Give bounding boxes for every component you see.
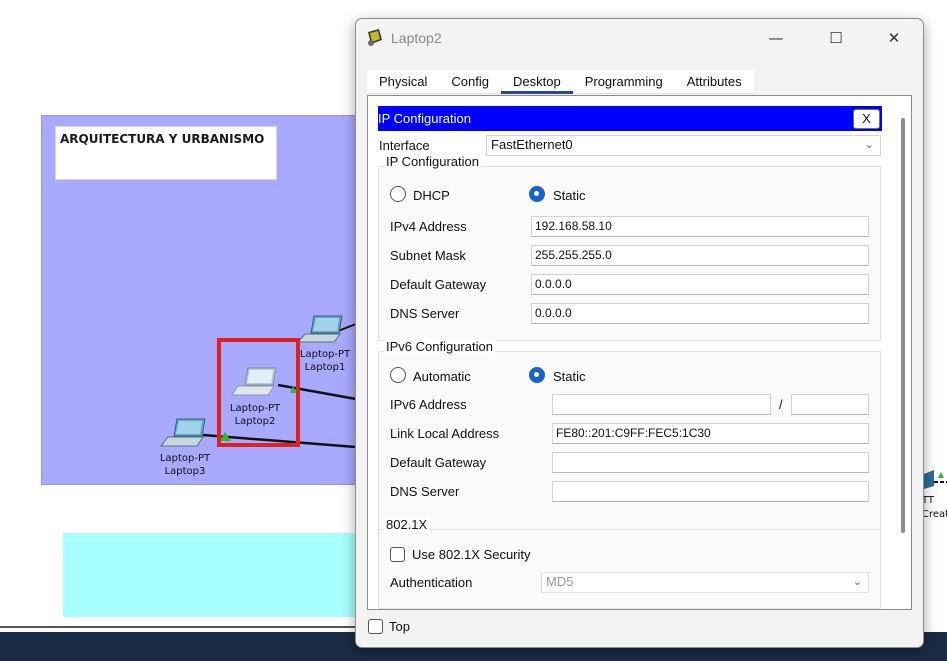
dhcp-radio[interactable] (390, 186, 406, 202)
chevron-down-icon: ⌄ (864, 139, 874, 151)
ipv4-static-label: Static (553, 188, 586, 203)
ipv6-dns-field[interactable] (552, 481, 869, 502)
subnet-mask-label: Subnet Mask (390, 248, 466, 263)
ipv4-address-field[interactable]: 192.168.58.10 (531, 216, 869, 237)
link-local-label: Link Local Address (390, 426, 500, 441)
ipv4-dns-field[interactable]: 0.0.0.0 (531, 303, 869, 324)
minimize-icon: — (768, 29, 784, 47)
ipv4-group-title: IP Configuration (384, 154, 481, 169)
tab-physical[interactable]: Physical (367, 70, 440, 94)
dot1x-group (378, 529, 881, 609)
laptop3-icon[interactable] (159, 418, 206, 447)
ipv6-dns-label: DNS Server (390, 484, 460, 499)
tab-programming[interactable]: Programming (572, 70, 675, 94)
ip-config-close-button[interactable]: X (853, 109, 880, 129)
ipv4-dns-label: DNS Server (390, 306, 460, 321)
laptop1-icon[interactable] (296, 315, 343, 343)
dot1x-group-title: 802.1X (384, 517, 430, 532)
ipv6-static-label: Static (553, 369, 586, 384)
authentication-select[interactable]: MD5 ⌄ (541, 572, 869, 593)
maximize-button[interactable]: ☐ (816, 24, 856, 52)
ipv6-static-radio[interactable] (529, 367, 545, 383)
laptop2-window: Laptop2 — ☐ ✕ Physical Config Desktop Pr… (355, 18, 924, 648)
ipv6-gateway-label: Default Gateway (390, 455, 487, 470)
close-button[interactable]: ✕ (874, 24, 914, 52)
device-type: Laptop-PT (299, 349, 351, 360)
interface-label: Interface (379, 138, 430, 153)
right-edge-device-icon[interactable] (924, 470, 947, 489)
device-type: Laptop-PT (159, 453, 211, 464)
window-title: Laptop2 (391, 30, 442, 46)
ipv4-gateway-label: Default Gateway (390, 277, 487, 292)
tab-attributes[interactable]: Attributes (674, 70, 754, 94)
minimize-button[interactable]: — (756, 24, 796, 52)
laptop3-label: Laptop-PT Laptop3 (154, 452, 216, 478)
maximize-icon: ☐ (829, 29, 843, 47)
right-label-line2: Creat (922, 509, 947, 520)
close-icon: ✕ (887, 29, 901, 47)
ipv6-automatic-radio[interactable] (390, 367, 406, 383)
ip-config-header-title: IP Configuration (378, 111, 471, 126)
ipv4-gateway-field[interactable]: 0.0.0.0 (531, 274, 869, 295)
panel-scrollbar[interactable] (901, 118, 905, 533)
title-bar[interactable]: Laptop2 — ☐ ✕ (356, 19, 923, 57)
ip-config-header: IP Configuration (378, 106, 882, 131)
authentication-label: Authentication (390, 575, 473, 590)
use-8021x-checkbox[interactable] (390, 547, 405, 562)
ip-configuration-app: IP Configuration X Interface FastEtherne… (378, 106, 883, 609)
desktop-panel: IP Configuration X Interface FastEtherne… (367, 95, 912, 610)
ipv4-static-radio[interactable] (529, 186, 545, 202)
use-8021x-label: Use 802.1X Security (412, 547, 531, 562)
prefix-separator: / (779, 397, 783, 412)
interface-select[interactable]: FastEthernet0 ⌄ (486, 135, 881, 156)
dhcp-label: DHCP (413, 188, 450, 203)
tab-bar: Physical Config Desktop Programming Attr… (367, 70, 754, 94)
device-name: Laptop1 (304, 362, 346, 373)
subnet-mask-field[interactable]: 255.255.255.0 (531, 245, 869, 266)
tab-config[interactable]: Config (439, 70, 501, 94)
ipv6-address-label: IPv6 Address (390, 397, 467, 412)
device-name: Laptop3 (164, 466, 206, 477)
ipv6-address-field[interactable] (552, 394, 771, 415)
selection-highlight (217, 338, 300, 447)
top-label: Top (389, 619, 410, 634)
authentication-select-value: MD5 (546, 574, 574, 589)
chevron-down-icon: ⌄ (852, 576, 862, 588)
ipv6-group-title: IPv6 Configuration (384, 339, 495, 354)
link-local-field[interactable]: FE80::201:C9FF:FEC5:1C30 (552, 423, 869, 444)
laptop1-label: Laptop-PT Laptop1 (296, 348, 354, 374)
ipv6-prefix-field[interactable] (791, 394, 869, 415)
top-checkbox[interactable] (368, 619, 383, 634)
right-label-line1: TT (922, 495, 935, 506)
interface-select-value: FastEthernet0 (491, 137, 573, 152)
packet-tracer-icon (368, 29, 382, 46)
ipv4-address-label: IPv4 Address (390, 219, 467, 234)
ipv6-gateway-field[interactable] (552, 452, 869, 473)
ipv6-automatic-label: Automatic (413, 369, 471, 384)
tab-desktop[interactable]: Desktop (501, 70, 573, 94)
right-edge-device-label: TT Creat (922, 494, 947, 522)
